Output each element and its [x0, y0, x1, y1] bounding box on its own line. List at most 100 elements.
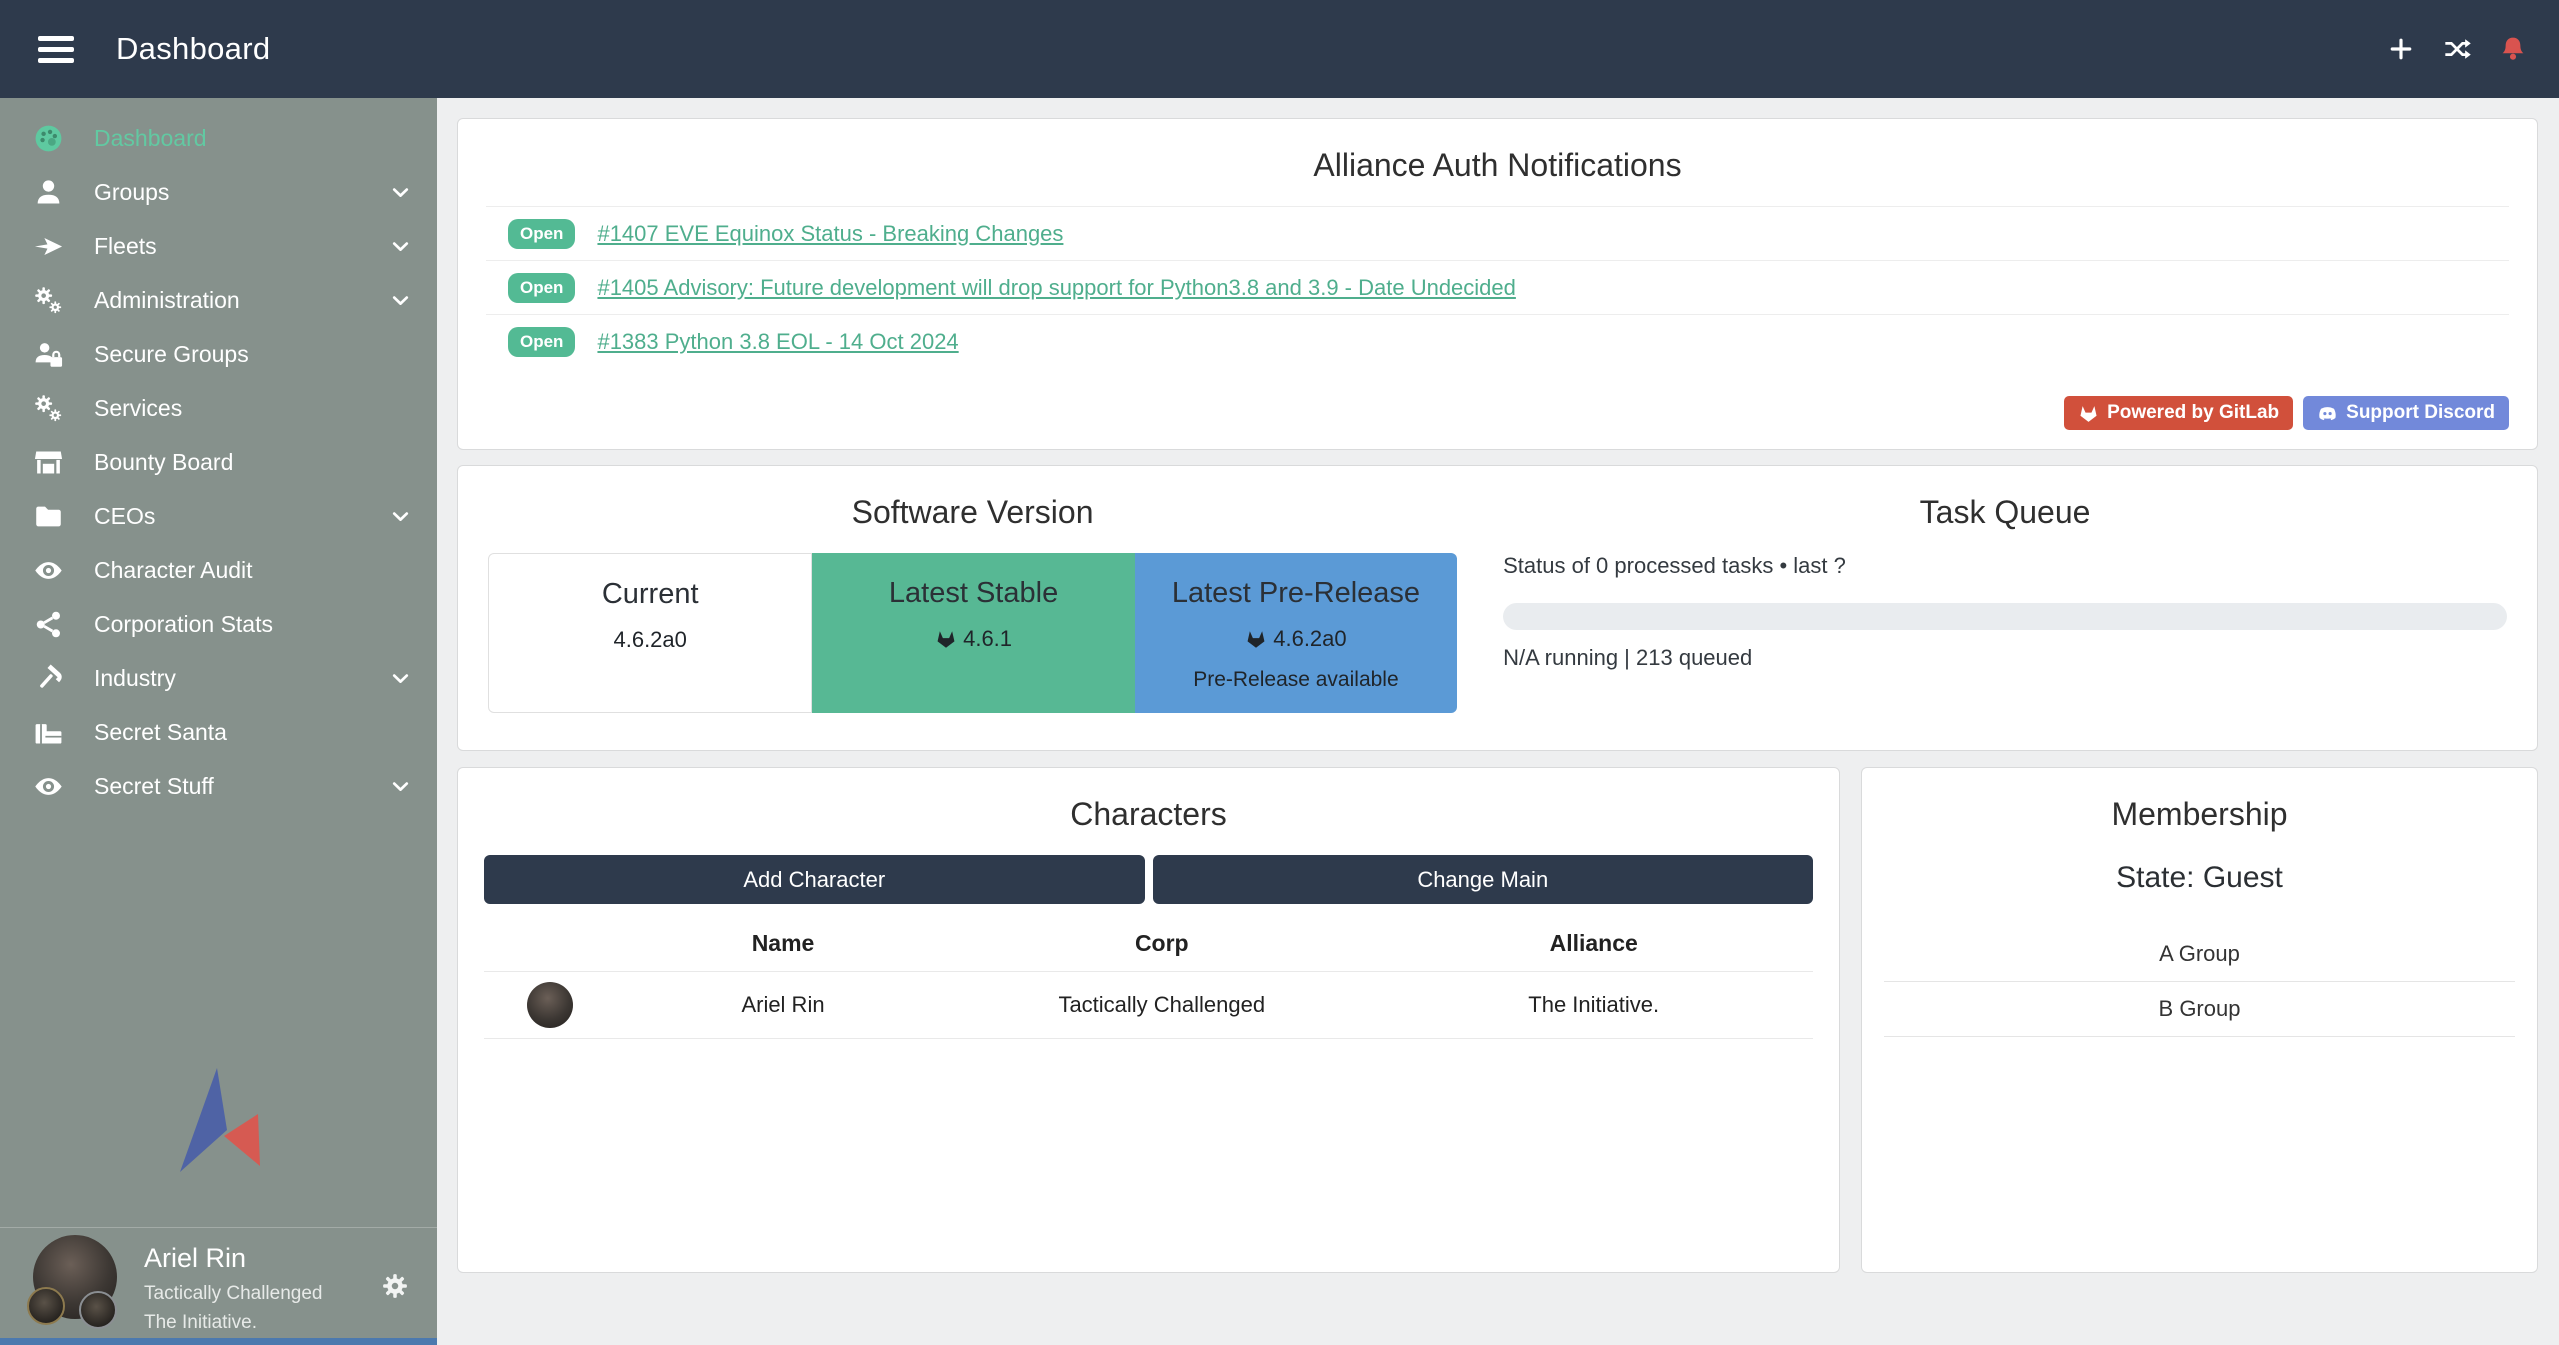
gitlab-icon — [935, 628, 957, 650]
software-version-title: Software Version — [488, 494, 1457, 531]
gitlab-icon — [1245, 628, 1267, 650]
dashboard-palette-icon — [33, 123, 64, 154]
task-progress-bar — [1503, 603, 2507, 630]
name-column-header: Name — [617, 914, 949, 972]
sidebar-item-label: Industry — [94, 665, 176, 692]
chevron-down-icon — [388, 774, 413, 799]
sidebar-item-bounty-board[interactable]: Bounty Board — [0, 435, 437, 489]
task-queue-section: Task Queue Status of 0 processed tasks •… — [1503, 484, 2507, 732]
version-value: 4.6.1 — [935, 626, 1012, 652]
group-list-item: A Group — [1884, 927, 2515, 982]
change-main-button[interactable]: Change Main — [1153, 855, 1814, 904]
gifts-icon — [33, 717, 64, 748]
user-panel: Ariel Rin Tactically Challenged The Init… — [0, 1229, 437, 1345]
software-version-section: Software Version Current 4.6.2a0 Latest … — [488, 484, 1457, 732]
chevron-down-icon — [388, 666, 413, 691]
corp-logo-badge — [27, 1287, 65, 1325]
footer-badges: Powered by GitLab Support Discord — [486, 396, 2509, 430]
software-taskqueue-panel: Software Version Current 4.6.2a0 Latest … — [457, 465, 2538, 751]
sidebar-item-secret-stuff[interactable]: Secret Stuff — [0, 759, 437, 813]
sidebar-item-dashboard[interactable]: Dashboard — [0, 111, 437, 165]
fighter-icon — [33, 231, 64, 262]
status-badge: Open — [508, 219, 575, 249]
gears-icon — [33, 285, 64, 316]
task-queue-title: Task Queue — [1503, 494, 2507, 531]
eye-icon — [33, 771, 64, 802]
gitlab-icon — [2078, 403, 2099, 424]
version-boxes: Current 4.6.2a0 Latest Stable 4.6.1 Late… — [488, 553, 1457, 713]
character-alliance: The Initiative. — [1374, 972, 1813, 1039]
sidebar-item-groups[interactable]: Groups — [0, 165, 437, 219]
sidebar-item-ceos[interactable]: CEOs — [0, 489, 437, 543]
eye-icon — [33, 555, 64, 586]
notification-link[interactable]: #1405 Advisory: Future development will … — [597, 275, 1515, 301]
characters-title: Characters — [484, 796, 1813, 833]
sidebar-item-fleets[interactable]: Fleets — [0, 219, 437, 273]
sidebar-item-label: Corporation Stats — [94, 611, 273, 638]
avatar-column-header — [484, 914, 617, 972]
notification-row: Open #1405 Advisory: Future development … — [486, 260, 2509, 314]
hammer-icon — [33, 663, 64, 694]
notifications-title: Alliance Auth Notifications — [486, 147, 2509, 184]
sidebar-item-label: Administration — [94, 287, 240, 314]
main-content: Alliance Auth Notifications Open #1407 E… — [437, 98, 2559, 1345]
sidebar-item-label: Dashboard — [94, 125, 207, 152]
badge-label: Powered by GitLab — [2107, 402, 2279, 424]
alliance-logo — [160, 1064, 260, 1192]
menu-icon[interactable] — [38, 30, 74, 69]
shuffle-icon[interactable] — [2443, 35, 2471, 63]
group-list-item: B Group — [1884, 982, 2515, 1037]
share-nodes-icon — [33, 609, 64, 640]
user-alliance: The Initiative. — [144, 1312, 323, 1334]
sidebar-item-character-audit[interactable]: Character Audit — [0, 543, 437, 597]
membership-state: State: Guest — [1862, 861, 2537, 895]
sidebar-item-secret-santa[interactable]: Secret Santa — [0, 705, 437, 759]
chevron-down-icon — [388, 504, 413, 529]
sidebar-item-secure-groups[interactable]: Secure Groups — [0, 327, 437, 381]
chevron-down-icon — [388, 288, 413, 313]
discord-icon — [2317, 403, 2338, 424]
gears-icon — [33, 393, 64, 424]
navbar-actions — [2387, 35, 2527, 63]
sidebar-item-label: Secret Stuff — [94, 773, 214, 800]
version-current-box: Current 4.6.2a0 — [488, 553, 812, 713]
version-label: Current — [602, 578, 699, 611]
sidebar-item-label: Secret Santa — [94, 719, 227, 746]
top-navbar: Dashboard — [0, 0, 2559, 98]
membership-panel: Membership State: Guest A Group B Group — [1861, 767, 2538, 1273]
table-row[interactable]: Ariel Rin Tactically Challenged The Init… — [484, 972, 1813, 1039]
sidebar-item-services[interactable]: Services — [0, 381, 437, 435]
sidebar-item-label: CEOs — [94, 503, 155, 530]
chevron-down-icon — [388, 180, 413, 205]
sidebar: Dashboard Groups Fleets Administration — [0, 98, 437, 1345]
support-discord-badge[interactable]: Support Discord — [2303, 396, 2509, 430]
notifications-bell-icon[interactable] — [2499, 35, 2527, 63]
alliance-column-header: Alliance — [1374, 914, 1813, 972]
task-queue-status: Status of 0 processed tasks • last ? — [1503, 553, 2507, 579]
prerelease-note: Pre-Release available — [1193, 668, 1398, 692]
sidebar-item-administration[interactable]: Administration — [0, 273, 437, 327]
sidebar-item-corporation-stats[interactable]: Corporation Stats — [0, 597, 437, 651]
notification-link[interactable]: #1407 EVE Equinox Status - Breaking Chan… — [597, 221, 1063, 247]
user-settings-gear-icon[interactable] — [380, 1271, 410, 1301]
characters-table: Name Corp Alliance Ariel Rin Tactically … — [484, 914, 1813, 1039]
version-value: 4.6.2a0 — [1245, 626, 1346, 652]
add-character-button[interactable]: Add Character — [484, 855, 1145, 904]
user-corp: Tactically Challenged — [144, 1283, 323, 1305]
add-icon[interactable] — [2387, 35, 2415, 63]
user-icon — [33, 177, 64, 208]
powered-by-gitlab-badge[interactable]: Powered by GitLab — [2064, 396, 2293, 430]
user-lock-icon — [33, 339, 64, 370]
user-name: Ariel Rin — [144, 1243, 323, 1274]
notification-row: Open #1407 EVE Equinox Status - Breaking… — [486, 206, 2509, 260]
task-queue-counts: N/A running | 213 queued — [1503, 645, 2507, 671]
notification-row: Open #1383 Python 3.8 EOL - 14 Oct 2024 — [486, 314, 2509, 368]
status-badge: Open — [508, 327, 575, 357]
version-prerelease-box: Latest Pre-Release 4.6.2a0 Pre-Release a… — [1135, 553, 1457, 713]
sidebar-item-industry[interactable]: Industry — [0, 651, 437, 705]
sidebar-item-label: Services — [94, 395, 182, 422]
status-badge: Open — [508, 273, 575, 303]
app-root: Dashboard Dashboard Groups — [0, 0, 2559, 1345]
version-stable-box: Latest Stable 4.6.1 — [812, 553, 1134, 713]
notification-link[interactable]: #1383 Python 3.8 EOL - 14 Oct 2024 — [597, 329, 958, 355]
